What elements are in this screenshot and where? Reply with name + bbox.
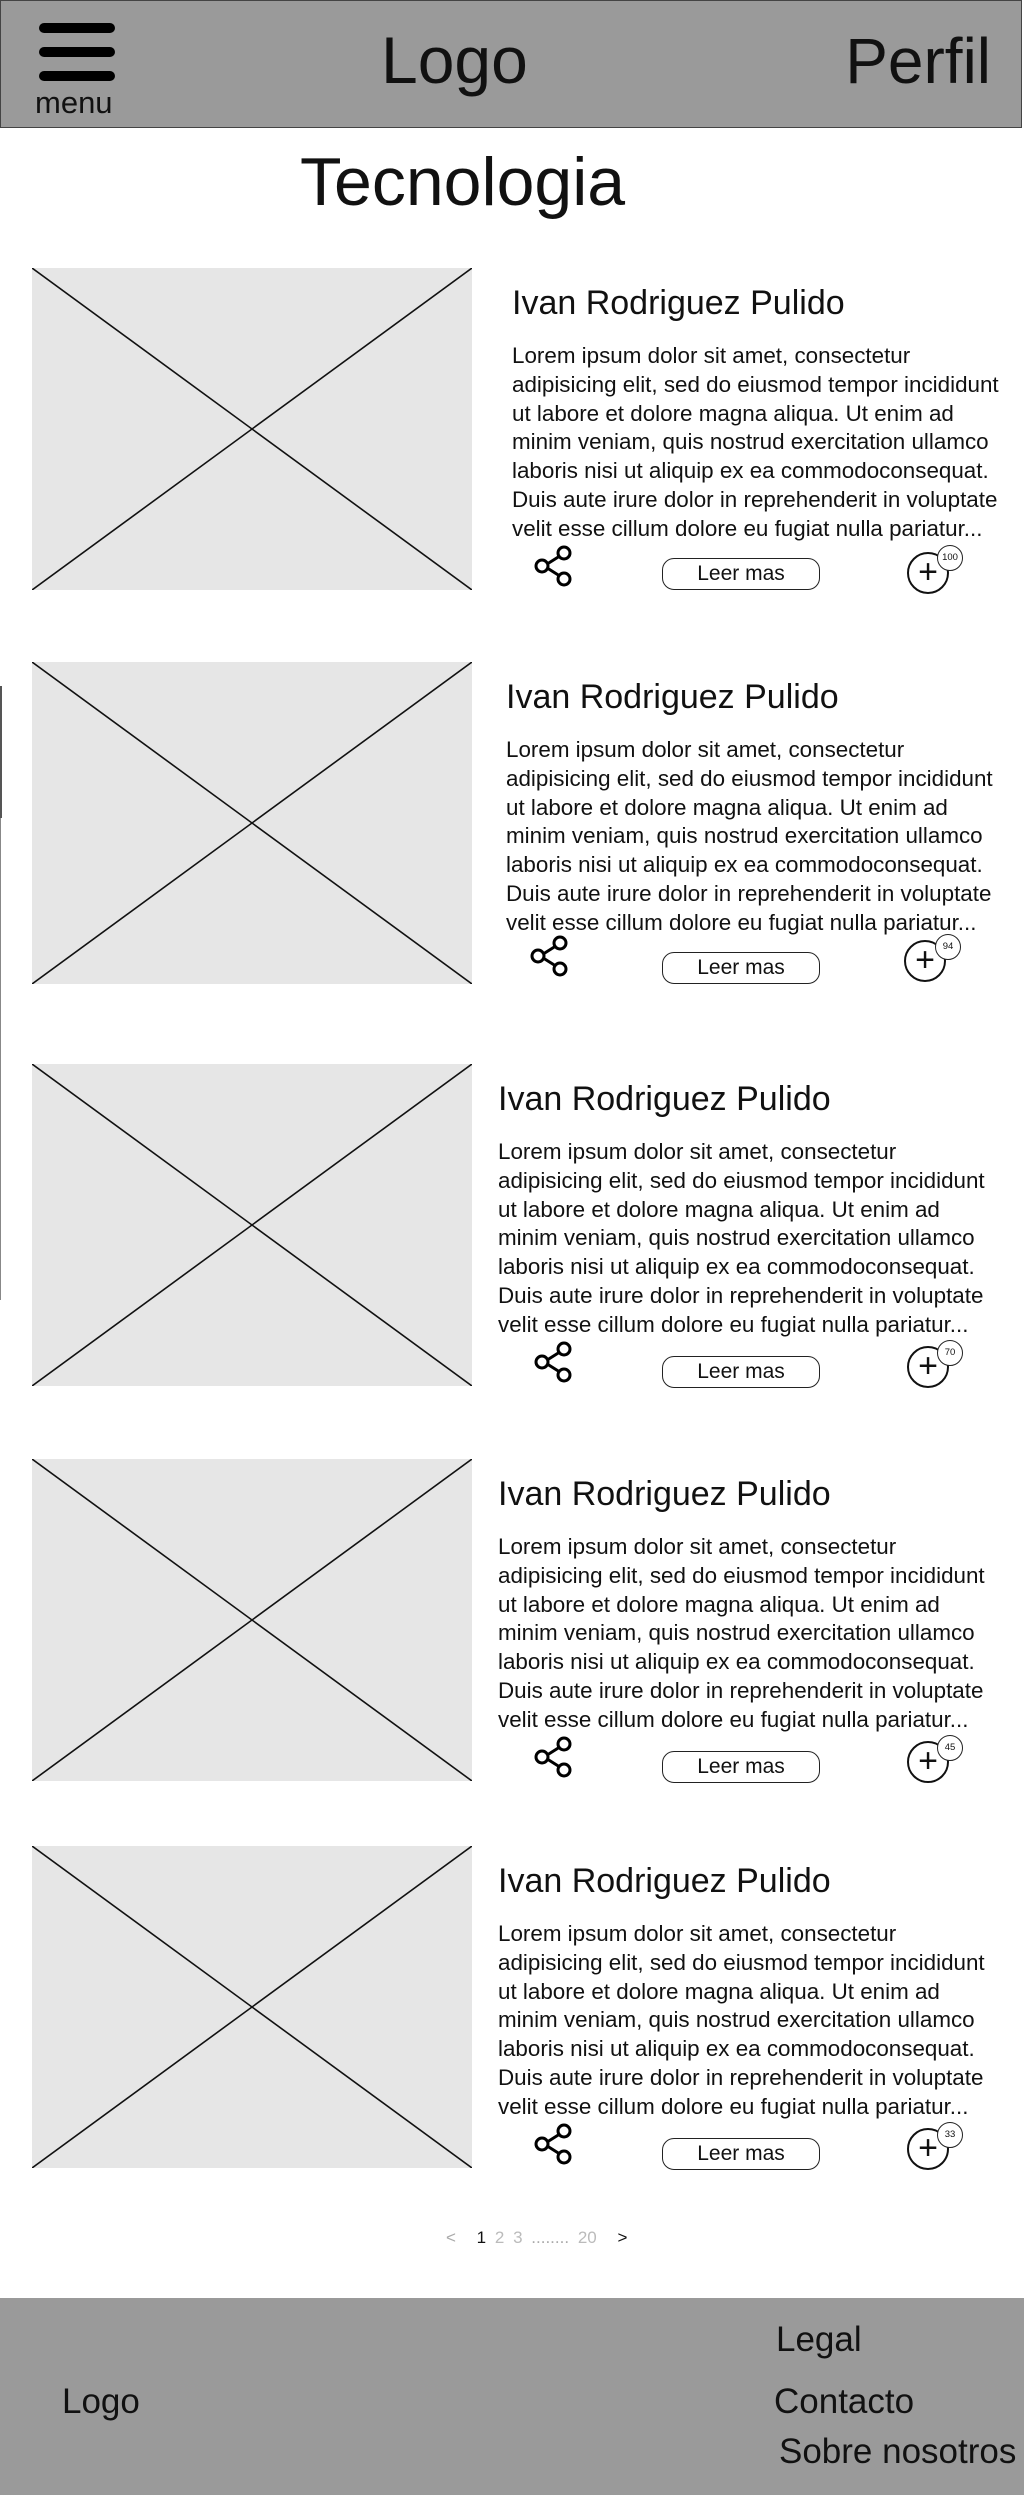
count-badge: 33	[937, 2122, 963, 2148]
header-logo[interactable]: Logo	[381, 27, 528, 93]
article-card: Ivan Rodriguez Pulido Lorem ipsum dolor …	[0, 268, 1024, 598]
share-icon[interactable]	[532, 1735, 576, 1779]
count-badge: 94	[935, 934, 961, 960]
share-icon[interactable]	[532, 2122, 576, 2166]
article-author[interactable]: Ivan Rodriguez Pulido	[498, 1477, 831, 1511]
share-icon[interactable]	[532, 544, 576, 588]
footer-link-legal[interactable]: Legal	[776, 2322, 862, 2357]
pagination-next[interactable]: >	[617, 2226, 627, 2250]
footer-logo[interactable]: Logo	[62, 2384, 140, 2419]
article-excerpt: Lorem ipsum dolor sit amet, consectetur …	[498, 1139, 985, 1337]
article-author[interactable]: Ivan Rodriguez Pulido	[498, 1082, 831, 1116]
footer-link-contact[interactable]: Contacto	[774, 2384, 914, 2419]
image-placeholder	[32, 268, 472, 590]
read-more-button[interactable]: Leer mas	[662, 952, 820, 984]
pagination-ellipsis: ........	[531, 2228, 570, 2247]
article-card: Ivan Rodriguez Pulido Lorem ipsum dolor …	[0, 1459, 1024, 1789]
profile-link[interactable]: Perfil	[845, 29, 991, 93]
image-placeholder	[32, 1064, 472, 1386]
count-badge: 70	[937, 1340, 963, 1366]
page-title: Tecnologia	[300, 144, 626, 220]
read-more-button[interactable]: Leer mas	[662, 2138, 820, 2170]
image-placeholder	[32, 1846, 472, 2168]
article-excerpt: Lorem ipsum dolor sit amet, consectetur …	[512, 343, 999, 541]
read-more-button[interactable]: Leer mas	[662, 558, 820, 590]
pagination-page-3[interactable]: 3	[513, 2226, 522, 2250]
count-badge: 45	[937, 1735, 963, 1761]
article-card: Ivan Rodriguez Pulido Lorem ipsum dolor …	[0, 1846, 1024, 2176]
footer: Logo Legal Contacto Sobre nosotros	[0, 2298, 1024, 2495]
top-bar: menu Logo Perfil	[0, 0, 1022, 128]
share-icon[interactable]	[528, 934, 572, 978]
image-placeholder	[32, 1459, 472, 1781]
article-excerpt: Lorem ipsum dolor sit amet, consectetur …	[498, 1921, 985, 2119]
article-author[interactable]: Ivan Rodriguez Pulido	[506, 680, 839, 714]
read-more-button[interactable]: Leer mas	[662, 1356, 820, 1388]
count-badge: 100	[937, 545, 963, 571]
menu-label[interactable]: menu	[35, 87, 113, 118]
hamburger-menu-icon[interactable]	[39, 23, 117, 83]
article-author[interactable]: Ivan Rodriguez Pulido	[512, 286, 845, 320]
article-excerpt: Lorem ipsum dolor sit amet, consectetur …	[498, 1534, 985, 1732]
pagination-page-2[interactable]: 2	[495, 2226, 504, 2250]
article-author[interactable]: Ivan Rodriguez Pulido	[498, 1864, 831, 1898]
footer-link-about[interactable]: Sobre nosotros	[779, 2434, 1016, 2469]
pagination: < 1 2 3 ........ 20 >	[446, 2226, 631, 2250]
read-more-button[interactable]: Leer mas	[662, 1751, 820, 1783]
pagination-last-page[interactable]: 20	[578, 2226, 597, 2250]
share-icon[interactable]	[532, 1340, 576, 1384]
pagination-page-1[interactable]: 1	[477, 2226, 486, 2250]
image-placeholder	[32, 662, 472, 984]
pagination-prev[interactable]: <	[446, 2226, 456, 2250]
article-excerpt: Lorem ipsum dolor sit amet, consectetur …	[506, 737, 993, 935]
article-card: Ivan Rodriguez Pulido Lorem ipsum dolor …	[0, 662, 1024, 992]
article-card: Ivan Rodriguez Pulido Lorem ipsum dolor …	[0, 1064, 1024, 1394]
